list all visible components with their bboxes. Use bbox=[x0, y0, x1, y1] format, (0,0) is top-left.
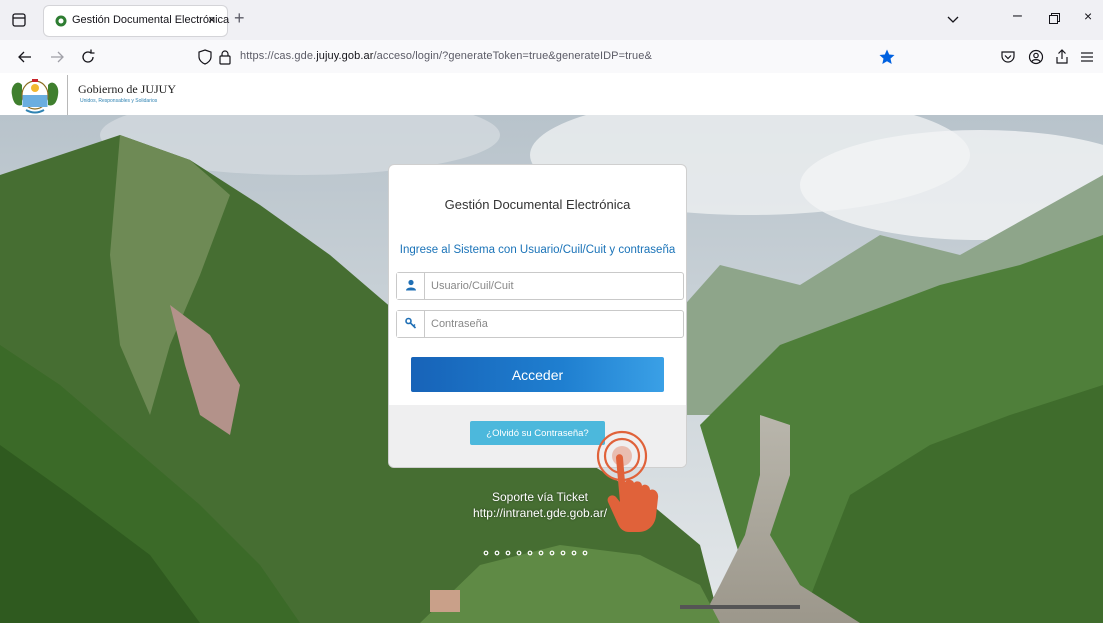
login-subtitle: Ingrese al Sistema con Usuario/Cuil/Cuit… bbox=[399, 244, 676, 256]
pocket-icon[interactable] bbox=[999, 48, 1017, 66]
tab-list-icon[interactable] bbox=[10, 11, 28, 29]
site-header: Gobierno de JUJUY Unidos, Responsables y… bbox=[0, 73, 1103, 115]
address-bar[interactable]: https://cas.gde.jujuy.gob.ar/acceso/logi… bbox=[240, 50, 652, 62]
close-window-button[interactable]: × bbox=[1084, 8, 1092, 24]
password-field[interactable] bbox=[396, 310, 684, 338]
login-submit-button[interactable]: Acceder bbox=[411, 357, 664, 392]
browser-tab-bar: Gestión Documental Electrónica × + – × bbox=[0, 0, 1103, 40]
forgot-password-button[interactable]: ¿Olvidó su Contraseña? bbox=[470, 421, 605, 445]
key-icon bbox=[405, 317, 417, 329]
login-card: Gestión Documental Electrónica Ingrese a… bbox=[388, 164, 687, 468]
chevron-down-icon[interactable] bbox=[945, 11, 961, 27]
username-field[interactable] bbox=[396, 272, 684, 300]
share-icon[interactable] bbox=[1053, 48, 1071, 66]
new-tab-button[interactable]: + bbox=[234, 8, 245, 29]
minimize-button[interactable]: – bbox=[1013, 7, 1022, 25]
browser-tab-active[interactable]: Gestión Documental Electrónica × bbox=[44, 6, 230, 36]
lock-icon[interactable] bbox=[216, 48, 234, 66]
account-icon[interactable] bbox=[1027, 48, 1045, 66]
carousel-dots[interactable] bbox=[482, 549, 596, 557]
username-input[interactable] bbox=[431, 278, 671, 294]
username-addon bbox=[397, 273, 425, 299]
tracking-protection-icon[interactable] bbox=[196, 48, 214, 66]
restore-window-icon[interactable] bbox=[1049, 13, 1060, 24]
back-arrow-icon[interactable] bbox=[16, 48, 34, 66]
url-prefix: https://cas.gde. bbox=[240, 50, 317, 62]
reload-icon[interactable] bbox=[79, 48, 97, 66]
password-addon bbox=[397, 311, 425, 337]
site-title: Gobierno de JUJUY bbox=[78, 82, 176, 96]
site-favicon-icon bbox=[55, 15, 67, 27]
password-input[interactable] bbox=[431, 316, 671, 332]
jujuy-coat-of-arms-icon[interactable] bbox=[8, 75, 62, 115]
browser-nav-bar: https://cas.gde.jujuy.gob.ar/acceso/logi… bbox=[0, 40, 1103, 73]
tab-title: Gestión Documental Electrónica bbox=[72, 14, 230, 26]
user-icon bbox=[406, 279, 416, 291]
url-domain: jujuy.gob.ar bbox=[316, 50, 374, 62]
menu-hamburger-icon[interactable] bbox=[1078, 48, 1096, 66]
site-subtitle: Unidos, Responsables y Solidarios bbox=[80, 98, 158, 104]
bookmark-star-icon[interactable] bbox=[878, 48, 896, 66]
url-suffix: /acceso/login/?generateToken=true&genera… bbox=[373, 50, 652, 62]
login-title: Gestión Documental Electrónica bbox=[444, 197, 631, 212]
tab-close-icon[interactable]: × bbox=[208, 12, 216, 27]
click-pointer-hand-icon bbox=[596, 430, 659, 532]
forward-arrow-icon[interactable] bbox=[48, 48, 66, 66]
logo-divider bbox=[67, 75, 68, 115]
